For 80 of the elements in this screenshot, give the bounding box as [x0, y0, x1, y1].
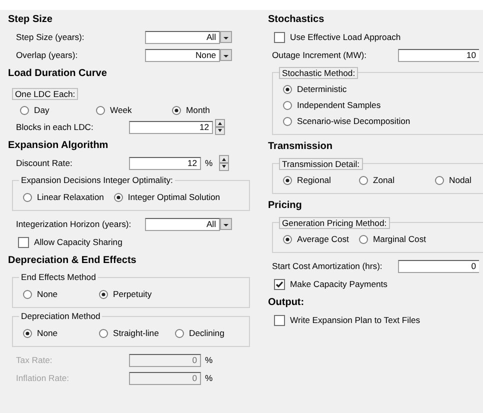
radio-button[interactable]: [172, 106, 181, 114]
number-field[interactable]: 0: [398, 260, 479, 272]
radio-label: Independent Samples: [297, 100, 381, 110]
radio-label: Scenario-wise Decomposition: [297, 116, 410, 126]
section-heading: Expansion Algorithm: [8, 139, 110, 153]
checkbox[interactable]: [274, 278, 285, 290]
radio-label: None: [37, 328, 58, 338]
section-heading: Step Size: [8, 13, 54, 27]
radio-button[interactable]: [20, 106, 29, 114]
group-title: End Effects Method: [19, 272, 98, 282]
number-field[interactable]: 12: [129, 120, 213, 134]
radio-label: Marginal Cost: [373, 234, 426, 244]
radio-label: Average Cost: [297, 234, 349, 244]
field-label: Step Size (years):: [16, 32, 86, 42]
radio-button[interactable]: [359, 234, 368, 244]
radio-label: Nodal: [449, 175, 472, 185]
field-label: Discount Rate:: [16, 158, 74, 168]
dropdown-field[interactable]: All: [145, 30, 220, 44]
checkbox-label: Make Capacity Payments: [290, 279, 388, 289]
field-label: Integerization Horizon (years):: [16, 219, 132, 229]
radio-label: Month: [186, 105, 210, 115]
checkbox-label: Allow Capacity Sharing: [34, 237, 122, 247]
radio-label: Zonal: [373, 175, 394, 185]
group-title: Transmission Detail:: [279, 158, 363, 170]
section-heading: Output:: [268, 296, 306, 310]
field-label: Blocks in each LDC:: [16, 122, 94, 132]
radio-label: Regional: [297, 175, 331, 185]
radio-button[interactable]: [283, 84, 292, 94]
radio-label: Week: [110, 105, 132, 115]
radio-label: Day: [34, 105, 50, 115]
radio-label: Straight-line: [113, 328, 159, 338]
field-label: Inflation Rate:: [16, 373, 70, 383]
radio-button[interactable]: [23, 192, 32, 202]
group-title: Expansion Decisions Integer Optimality:: [19, 175, 175, 185]
section-heading: Stochastics: [268, 13, 326, 27]
radio-button[interactable]: [23, 290, 32, 298]
field-label: Start Cost Amortization (hrs):: [272, 261, 384, 271]
section-heading: Load Duration Curve: [8, 67, 108, 81]
field-label: Tax Rate:: [16, 355, 54, 365]
radio-button[interactable]: [175, 328, 184, 338]
checkbox[interactable]: [274, 314, 285, 326]
radio-button[interactable]: [99, 290, 108, 298]
radio-button[interactable]: [23, 328, 32, 338]
section-heading: Depreciation & End Effects: [8, 254, 138, 268]
group-title: Stochastic Method:: [279, 67, 358, 79]
radio-button[interactable]: [283, 176, 292, 184]
section-heading: Transmission: [268, 140, 334, 154]
spinner-arrows-icon[interactable]: [219, 155, 229, 171]
dropdown-field[interactable]: None: [145, 48, 220, 62]
unit-label: %: [204, 373, 214, 383]
radio-button[interactable]: [99, 328, 108, 338]
field-label: Overlap (years):: [16, 50, 79, 60]
radio-button[interactable]: [435, 176, 444, 184]
radio-button[interactable]: [96, 106, 105, 114]
radio-label: Deterministic: [297, 84, 347, 94]
radio-button[interactable]: [359, 176, 368, 184]
field-label: Outage Increment (MW):: [272, 50, 368, 60]
radio-label: Declining: [189, 328, 224, 338]
radio-label: Perpetuity: [113, 289, 152, 299]
checkbox[interactable]: [18, 236, 29, 248]
checkbox-label: Write Expansion Plan to Text Files: [290, 315, 420, 325]
group-title: Generation Pricing Method:: [279, 217, 390, 229]
checkbox[interactable]: [274, 32, 285, 42]
radio-label: None: [37, 289, 58, 299]
number-field[interactable]: 10: [398, 48, 479, 62]
radio-label: Linear Relaxation: [37, 192, 104, 202]
unit-label: %: [204, 158, 214, 168]
group-title: Depreciation Method: [19, 311, 102, 321]
radio-button[interactable]: [283, 234, 292, 244]
number-field[interactable]: 12: [129, 156, 201, 170]
group-title: One LDC Each:: [12, 88, 78, 100]
checkbox-label: Use Effective Load Approach: [290, 32, 401, 42]
unit-label: %: [204, 355, 214, 365]
spinner-arrows-icon[interactable]: [215, 119, 225, 135]
radio-button[interactable]: [114, 192, 123, 202]
dropdown-field[interactable]: All: [145, 218, 220, 230]
section-heading: Pricing: [268, 199, 303, 213]
radio-label: Integer Optimal Solution: [128, 192, 220, 202]
radio-button[interactable]: [283, 100, 292, 110]
radio-button[interactable]: [283, 116, 292, 126]
